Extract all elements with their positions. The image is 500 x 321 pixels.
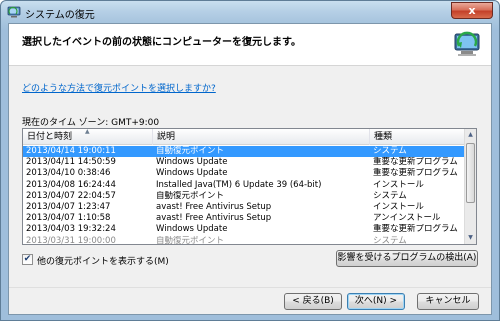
header-instruction: 選択したイベントの前の状態にコンピューターを復元します。 xyxy=(22,37,301,48)
row-date: 2013/04/11 14:50:59 xyxy=(26,157,116,168)
column-header-description-label: 説明 xyxy=(157,132,176,142)
row-description: avast! Free Antivirus Setup xyxy=(156,201,272,212)
row-type: 重要な更新プログラム xyxy=(373,157,458,168)
table-row[interactable]: 2013/04/14 19:00:11 自動復元ポイント システム xyxy=(23,146,465,158)
row-type: システム xyxy=(373,235,407,245)
row-type: システム xyxy=(373,146,407,156)
row-description: Windows Update xyxy=(156,224,228,235)
window-title: システムの復元 xyxy=(25,10,95,21)
scan-affected-programs-button[interactable]: 影響を受けるプログラムの検出(A) xyxy=(336,250,478,267)
row-type: 重要な更新プログラム xyxy=(373,168,458,179)
system-restore-title-icon xyxy=(7,6,21,18)
row-type: 重要な更新プログラム xyxy=(373,224,458,235)
column-header-date-label: 日付と時刻 xyxy=(27,132,73,142)
column-header-type-label: 種類 xyxy=(374,132,393,142)
row-date: 2013/04/07 1:10:58 xyxy=(26,213,111,224)
sort-ascending-icon: ▲ xyxy=(85,128,90,135)
row-description: 自動復元ポイント xyxy=(156,146,225,156)
list-rows: 2013/04/14 19:00:11 自動復元ポイント システム 2013/0… xyxy=(23,146,465,245)
next-button[interactable]: 次へ(N) > xyxy=(347,293,405,310)
table-row[interactable]: 2013/04/07 1:23:47 avast! Free Antivirus… xyxy=(23,202,465,213)
list-header: 日付と時刻 ▲ 説明 種類 xyxy=(23,129,465,145)
row-date: 2013/04/14 19:00:11 xyxy=(26,146,116,156)
restore-points-list[interactable]: 日付と時刻 ▲ 説明 種類 2013/04/14 19:00:11 自動復元ポイ… xyxy=(22,128,477,245)
back-button[interactable]: < 戻る(B) xyxy=(284,293,342,310)
vertical-scrollbar[interactable]: ▲ ▼ xyxy=(464,129,476,244)
close-icon: x xyxy=(468,4,476,17)
row-description: Windows Update xyxy=(156,157,228,168)
header-band: 選択したイベントの前の状態にコンピューターを復元します。 xyxy=(9,24,491,66)
timezone-label: 現在のタイム ゾーン: GMT+9:00 xyxy=(22,118,160,128)
row-description: avast! Free Antivirus Setup xyxy=(156,213,272,224)
scroll-up-icon[interactable]: ▲ xyxy=(465,129,476,141)
row-date: 2013/04/08 16:24:44 xyxy=(26,179,116,190)
system-restore-window: システムの復元 x 選択したイベントの前の状態にコンピューターを復元します。 ど… xyxy=(0,0,500,321)
row-description: 自動復元ポイント xyxy=(156,190,225,201)
close-button[interactable]: x xyxy=(451,2,493,19)
row-description: 自動復元ポイント xyxy=(156,235,225,245)
row-date: 2013/04/03 19:32:24 xyxy=(26,224,116,235)
help-link[interactable]: どのような方法で復元ポイントを選択しますか? xyxy=(22,81,216,94)
cancel-button[interactable]: キャンセル xyxy=(417,293,479,310)
system-restore-icon xyxy=(454,31,480,56)
column-header-type[interactable]: 種類 xyxy=(370,129,465,145)
show-more-label: 他の復元ポイントを表示する(M) xyxy=(37,257,169,267)
row-type: インストール xyxy=(373,201,424,212)
footer-separator xyxy=(9,287,491,288)
row-type: アンインストール xyxy=(373,213,441,224)
scroll-thumb[interactable] xyxy=(466,143,475,203)
row-description: Windows Update xyxy=(156,168,228,179)
table-row[interactable]: 2013/04/03 19:32:24 Windows Update 重要な更新… xyxy=(23,224,465,235)
column-header-date[interactable]: 日付と時刻 ▲ xyxy=(23,129,153,145)
table-row[interactable]: 2013/04/11 14:50:59 Windows Update 重要な更新… xyxy=(23,157,465,168)
scroll-down-icon[interactable]: ▼ xyxy=(465,232,476,244)
row-description: Installed Java(TM) 6 Update 39 (64-bit) xyxy=(156,179,322,190)
title-bar[interactable]: システムの復元 x xyxy=(1,1,499,23)
table-row[interactable]: 2013/04/07 1:10:58 avast! Free Antivirus… xyxy=(23,213,465,224)
row-type: インストール xyxy=(373,179,424,190)
row-date: 2013/04/07 1:23:47 xyxy=(26,201,111,212)
column-header-description[interactable]: 説明 xyxy=(153,129,370,145)
table-row[interactable]: 2013/04/08 16:24:44 Installed Java(TM) 6… xyxy=(23,180,465,191)
table-row[interactable]: 2013/04/07 22:04:57 自動復元ポイント システム xyxy=(23,191,465,202)
row-type: システム xyxy=(373,190,407,201)
table-row[interactable]: 2013/03/31 19:00:00 自動復元ポイント システム xyxy=(23,235,465,245)
dialog-client-area: 選択したイベントの前の状態にコンピューターを復元します。 どのような方法で復元ポ… xyxy=(8,23,492,315)
table-row[interactable]: 2013/04/10 0:38:46 Windows Update 重要な更新プ… xyxy=(23,168,465,179)
checkmark-icon: ✔ xyxy=(23,254,32,264)
row-date: 2013/04/07 22:04:57 xyxy=(26,190,116,201)
row-date: 2013/04/10 0:38:46 xyxy=(26,168,111,179)
show-more-checkbox[interactable]: ✔ xyxy=(22,254,33,265)
row-date: 2013/03/31 19:00:00 xyxy=(26,235,116,245)
